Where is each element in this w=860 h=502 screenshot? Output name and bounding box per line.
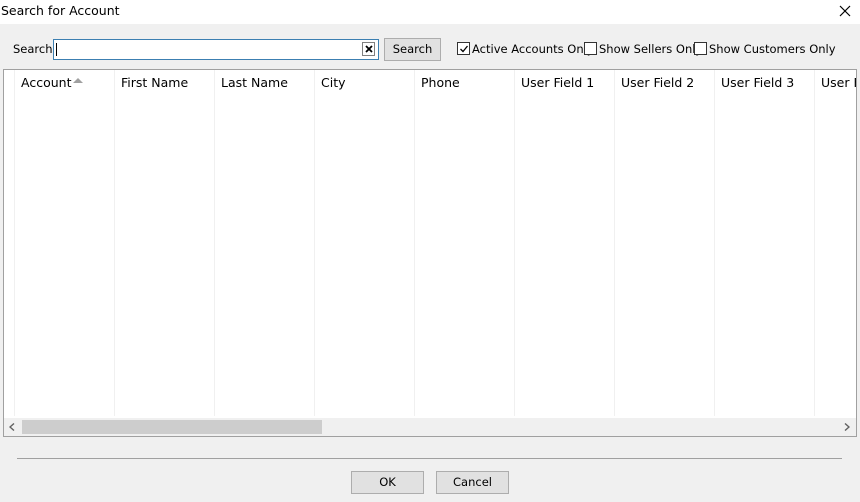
sort-ascending-icon <box>73 78 83 83</box>
search-account-dialog: Search for Account Search Search Active … <box>0 0 860 502</box>
scroll-left-button[interactable] <box>4 418 21 436</box>
dialog-title: Search for Account <box>1 3 120 18</box>
title-bar: Search for Account <box>0 0 860 24</box>
chevron-left-icon <box>9 423 15 431</box>
checkmark-icon <box>460 45 469 53</box>
search-input[interactable] <box>53 39 379 60</box>
column-header-user-field-2[interactable]: User Field 2 <box>614 70 714 416</box>
column-header-label: User Field 2 <box>621 75 695 90</box>
column-header-user-field-4[interactable]: User F <box>814 70 856 416</box>
horizontal-scrollbar[interactable] <box>4 418 856 436</box>
column-header-user-field-3[interactable]: User Field 3 <box>714 70 814 416</box>
column-header-phone[interactable]: Phone <box>414 70 514 416</box>
clear-search-button[interactable] <box>362 42 375 56</box>
checkbox-box[interactable] <box>584 42 597 55</box>
clear-x-icon <box>365 45 373 53</box>
scroll-right-button[interactable] <box>839 418 856 436</box>
column-header-label: Last Name <box>221 75 288 90</box>
checkbox-label: Show Customers Only <box>709 42 836 56</box>
column-header-city[interactable]: City <box>314 70 414 416</box>
footer-separator <box>17 458 842 459</box>
column-header-first-name[interactable]: First Name <box>114 70 214 416</box>
checkbox-box[interactable] <box>694 42 707 55</box>
column-header-label: Phone <box>421 75 460 90</box>
column-header-label: User Field 3 <box>721 75 795 90</box>
search-button[interactable]: Search <box>384 38 441 61</box>
column-header-label: User Field 1 <box>521 75 595 90</box>
chevron-right-icon <box>844 423 850 431</box>
column-header-label: First Name <box>121 75 189 90</box>
accounts-grid[interactable]: Account First Name Last Name City Phone … <box>3 69 857 437</box>
ok-button[interactable]: OK <box>351 471 424 494</box>
search-label: Search <box>13 42 53 56</box>
scroll-thumb[interactable] <box>22 420 322 434</box>
column-header-label: City <box>321 75 346 90</box>
text-caret <box>56 43 57 56</box>
checkbox-box[interactable] <box>457 42 470 55</box>
column-header-label: Account <box>21 75 72 90</box>
column-header-user-field-1[interactable]: User Field 1 <box>514 70 614 416</box>
column-header-label: User F <box>821 75 856 90</box>
column-header-account[interactable]: Account <box>14 70 114 416</box>
grid-header-row: Account First Name Last Name City Phone … <box>4 70 856 416</box>
checkbox-label: Active Accounts Only <box>472 42 594 56</box>
cancel-button[interactable]: Cancel <box>436 471 509 494</box>
checkbox-label: Show Sellers Only <box>599 42 703 56</box>
close-icon <box>839 5 851 17</box>
column-header-last-name[interactable]: Last Name <box>214 70 314 416</box>
close-button[interactable] <box>830 0 860 24</box>
